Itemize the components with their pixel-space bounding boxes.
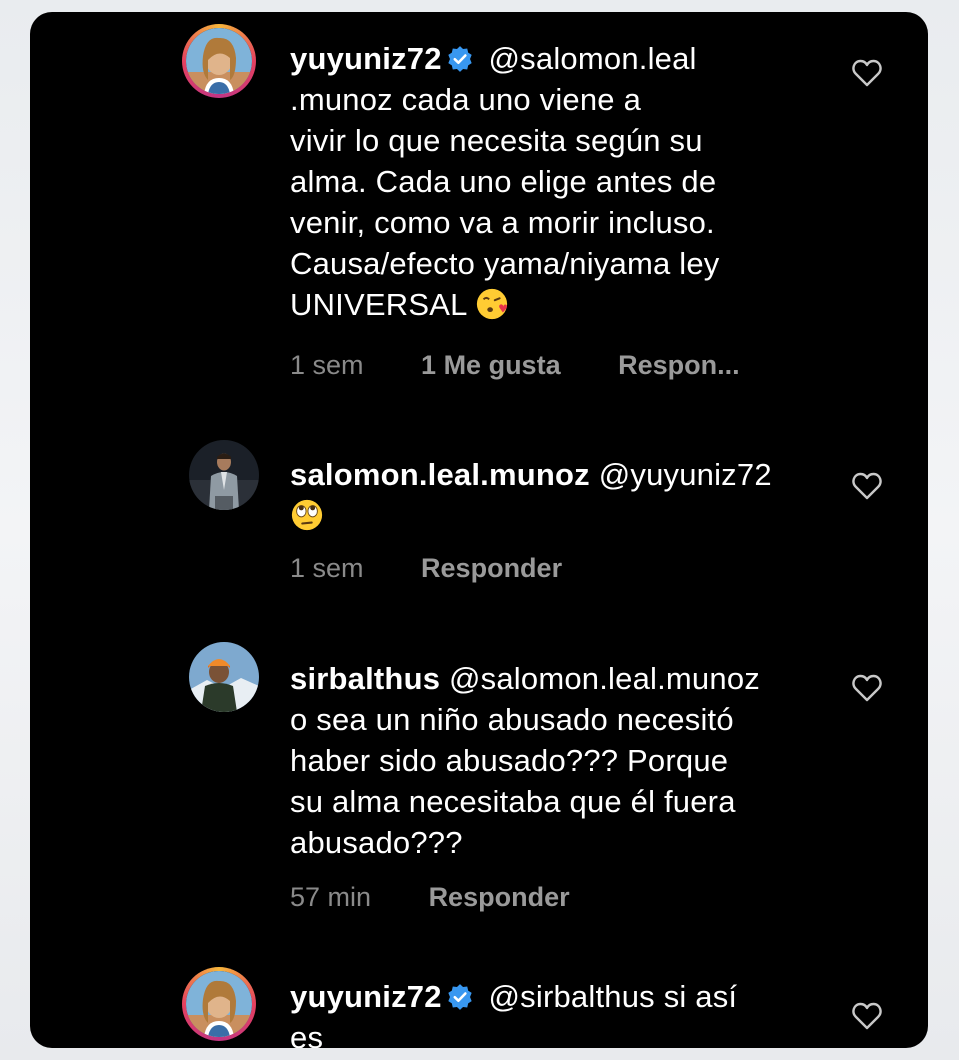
comment-line: abusado??? bbox=[290, 825, 463, 860]
comment-time: 1 sem bbox=[290, 350, 364, 380]
comment-line: UNIVERSAL bbox=[290, 287, 467, 322]
comment-meta: 57 min Responder bbox=[290, 882, 570, 913]
comment-line: su alma necesitaba que él fuera bbox=[290, 784, 736, 819]
comment-line: es bbox=[290, 1020, 324, 1048]
face-blowing-kiss-emoji bbox=[477, 288, 508, 320]
user-photo-icon bbox=[186, 28, 252, 94]
comment-line: vivir lo que necesita según su bbox=[290, 123, 703, 158]
comment-username[interactable]: sirbalthus bbox=[290, 661, 440, 696]
heart-outline-icon[interactable] bbox=[852, 59, 882, 87]
reply-button[interactable]: Respon... bbox=[618, 350, 740, 381]
avatar[interactable] bbox=[182, 24, 256, 98]
comment-time: 57 min bbox=[290, 882, 372, 912]
comment-text: salomon.leal.munoz @yuyuniz72 bbox=[290, 454, 830, 536]
likes-count-button[interactable]: 1 Me gusta bbox=[421, 350, 561, 381]
comment-line: Causa/efecto yama/niyama ley bbox=[290, 246, 720, 281]
verified-badge-icon bbox=[448, 46, 472, 72]
avatar[interactable] bbox=[182, 967, 256, 1041]
user-photo-icon bbox=[189, 440, 259, 510]
heart-outline-icon[interactable] bbox=[852, 472, 882, 500]
comment-line: alma. Cada uno elige antes de bbox=[290, 164, 717, 199]
user-photo-icon bbox=[186, 971, 252, 1037]
heart-outline-icon[interactable] bbox=[852, 674, 882, 702]
comment-time: 1 sem bbox=[290, 553, 364, 583]
reply-button[interactable]: Responder bbox=[429, 882, 570, 913]
comments-screen: yuyuniz72 @salomon.leal .munoz cada uno … bbox=[30, 12, 928, 1048]
comment-text: sirbalthus @salomon.leal.munoz o sea un … bbox=[290, 658, 800, 863]
comment-meta: 1 sem 1 Me gusta Respon... bbox=[290, 350, 740, 381]
comment-line: venir, como va a morir incluso. bbox=[290, 205, 715, 240]
user-photo-icon bbox=[189, 642, 259, 712]
comment-line: si así bbox=[663, 979, 738, 1014]
comment-text: yuyuniz72 @salomon.leal .munoz cada uno … bbox=[290, 38, 800, 325]
comment-line: .munoz cada uno viene a bbox=[290, 82, 642, 117]
mention-link[interactable]: @sirbalthus bbox=[489, 979, 655, 1014]
mention-link[interactable]: @yuyuniz72 bbox=[599, 457, 772, 492]
comment-line: haber sido abusado??? Porque bbox=[290, 743, 729, 778]
mention-link[interactable]: @salomon.leal bbox=[489, 41, 697, 76]
face-rolling-eyes-emoji bbox=[291, 499, 323, 531]
mention-link[interactable]: @salomon.leal.munoz bbox=[449, 661, 760, 696]
avatar[interactable] bbox=[189, 642, 259, 712]
comment-text: yuyuniz72 @sirbalthus si así es bbox=[290, 976, 800, 1048]
comment-username[interactable]: yuyuniz72 bbox=[290, 41, 442, 76]
heart-outline-icon[interactable] bbox=[852, 1002, 882, 1030]
comment-username[interactable]: yuyuniz72 bbox=[290, 979, 442, 1014]
verified-badge-icon bbox=[448, 984, 472, 1010]
avatar[interactable] bbox=[189, 440, 259, 510]
comment-username[interactable]: salomon.leal.munoz bbox=[290, 457, 590, 492]
comment-line: o sea un niño abusado necesitó bbox=[290, 702, 734, 737]
comment-meta: 1 sem Responder bbox=[290, 553, 562, 584]
reply-button[interactable]: Responder bbox=[421, 553, 562, 584]
